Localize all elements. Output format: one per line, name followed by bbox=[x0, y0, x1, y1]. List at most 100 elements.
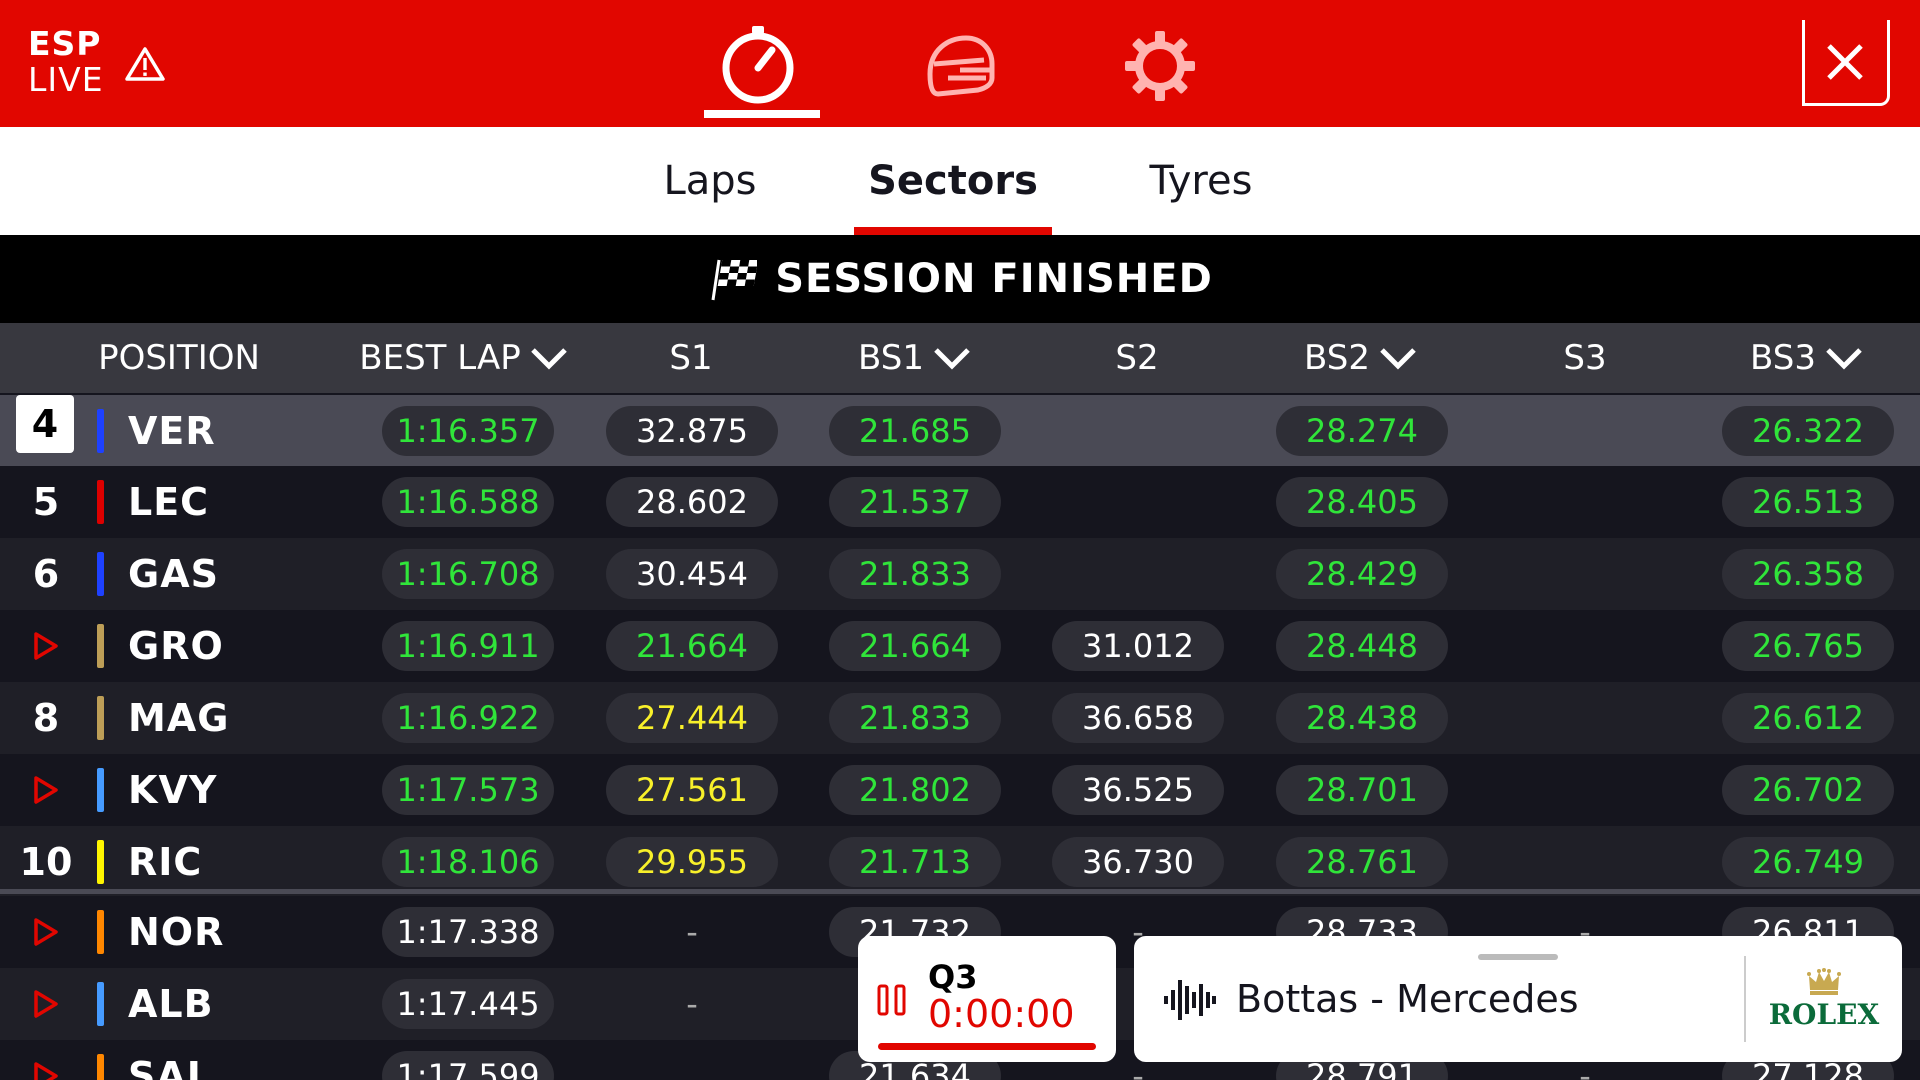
s1-cell: - bbox=[686, 985, 698, 1023]
sub-tabs: Laps Sectors Tyres bbox=[0, 127, 1920, 235]
play-triangle-icon bbox=[34, 632, 58, 660]
bs3-cell: 26.702 bbox=[1722, 765, 1894, 815]
table-row[interactable]: 5 LEC 1:16.588 28.602 21.537 28.405 26.513 bbox=[0, 466, 1920, 538]
bs3-cell: 26.612 bbox=[1722, 693, 1894, 743]
bs3-cell: 26.358 bbox=[1722, 549, 1894, 599]
position-number: 4 bbox=[16, 395, 74, 453]
helmet-icon bbox=[927, 35, 995, 97]
team-color-bar bbox=[97, 982, 104, 1026]
driver-code: KVY bbox=[128, 768, 218, 812]
q3-progress-bar bbox=[878, 1043, 1096, 1050]
table-row[interactable]: 6 GAS 1:16.708 30.454 21.833 28.429 26.358 bbox=[0, 538, 1920, 610]
table-row[interactable]: 8 MAG 1:16.922 27.444 21.833 36.658 28.438 26.6… bbox=[0, 682, 1920, 754]
team-color-bar bbox=[97, 696, 104, 740]
bs1-cell: 21.537 bbox=[829, 477, 1001, 527]
out-indicator bbox=[16, 610, 76, 682]
tab-tyres[interactable]: Tyres bbox=[1120, 127, 1282, 235]
bs1-cell: 21.833 bbox=[829, 693, 1001, 743]
esp-live-logo: ESP LIVE bbox=[28, 26, 165, 98]
nav-settings[interactable] bbox=[1118, 24, 1202, 108]
team-color-bar bbox=[97, 1054, 104, 1080]
q3-timer-card[interactable]: Q3 0:00:00 bbox=[858, 936, 1116, 1062]
table-row[interactable]: GRO 1:16.911 21.664 21.664 31.012 28.448 26.76… bbox=[0, 610, 1920, 682]
out-indicator bbox=[16, 1040, 76, 1080]
column-header-best-lap[interactable]: BEST LAP bbox=[356, 323, 572, 393]
nav-drivers[interactable] bbox=[918, 24, 1002, 108]
best-lap-cell: 1:17.573 bbox=[382, 765, 554, 815]
bs3-cell: 26.765 bbox=[1722, 621, 1894, 671]
top-bar: ESP LIVE bbox=[0, 0, 1920, 127]
team-color-bar bbox=[97, 840, 104, 884]
chevron-down-icon bbox=[934, 348, 970, 370]
team-radio-card[interactable]: Bottas - Mercedes ROLEX bbox=[1134, 936, 1902, 1062]
column-header-s1: S1 bbox=[606, 323, 776, 393]
column-header-bs3[interactable]: BS3 bbox=[1722, 323, 1892, 393]
best-lap-cell: 1:17.338 bbox=[382, 907, 554, 957]
best-lap-cell: 1:16.708 bbox=[382, 549, 554, 599]
gear-icon bbox=[1125, 31, 1195, 101]
column-header-label: S1 bbox=[669, 338, 713, 378]
s1-cell: 28.602 bbox=[606, 477, 778, 527]
table-row[interactable]: 4 VER 1:16.357 32.875 21.685 28.274 26.322 bbox=[0, 395, 1920, 467]
s1-cell: 30.454 bbox=[606, 549, 778, 599]
s1-cell: 21.664 bbox=[606, 621, 778, 671]
column-header-label: BS1 bbox=[858, 338, 924, 378]
column-header-label: BEST LAP bbox=[359, 338, 521, 378]
driver-code: GAS bbox=[128, 552, 219, 596]
bs2-cell: 28.429 bbox=[1276, 549, 1448, 599]
best-lap-cell: 1:18.106 bbox=[382, 837, 554, 887]
bs2-cell: 28.761 bbox=[1276, 837, 1448, 887]
column-header-bs2[interactable]: BS2 bbox=[1276, 323, 1446, 393]
driver-code: GRO bbox=[128, 624, 224, 668]
bs2-cell: 28.438 bbox=[1276, 693, 1448, 743]
tab-laps[interactable]: Laps bbox=[630, 127, 790, 235]
bs3-cell: 26.513 bbox=[1722, 477, 1894, 527]
column-header-bs1[interactable]: BS1 bbox=[830, 323, 1000, 393]
bs2-cell: 28.448 bbox=[1276, 621, 1448, 671]
crown-icon bbox=[1807, 968, 1841, 995]
driver-code: MAG bbox=[128, 696, 230, 740]
column-header-label: S2 bbox=[1115, 338, 1159, 378]
s2-cell: 31.012 bbox=[1052, 621, 1224, 671]
out-indicator bbox=[16, 754, 76, 826]
out-indicator bbox=[16, 896, 76, 968]
team-color-bar bbox=[97, 624, 104, 668]
q3-session-label: Q3 bbox=[928, 958, 978, 996]
driver-code: ALB bbox=[128, 982, 214, 1026]
s1-cell: - bbox=[686, 913, 698, 951]
driver-code: VER bbox=[128, 409, 216, 453]
bs1-cell: 21.802 bbox=[829, 765, 1001, 815]
s2-cell: 36.730 bbox=[1052, 837, 1224, 887]
best-lap-cell: 1:16.911 bbox=[382, 621, 554, 671]
play-triangle-icon bbox=[34, 990, 58, 1018]
tab-sectors[interactable]: Sectors bbox=[854, 127, 1052, 235]
play-triangle-icon bbox=[34, 918, 58, 946]
chevron-down-icon bbox=[1380, 348, 1416, 370]
nav-timing[interactable] bbox=[704, 24, 820, 118]
column-header-s2: S2 bbox=[1052, 323, 1222, 393]
driver-code: RIC bbox=[128, 840, 203, 884]
s1-cell: 27.561 bbox=[606, 765, 778, 815]
driver-code: NOR bbox=[128, 910, 225, 954]
close-button[interactable] bbox=[1802, 20, 1890, 106]
q3-countdown: 0:00:00 bbox=[928, 992, 1075, 1036]
table-row[interactable]: 10 RIC 1:18.106 29.955 21.713 36.730 28.761 26.… bbox=[0, 826, 1920, 898]
column-header-label: BS3 bbox=[1750, 338, 1816, 378]
s1-cell: 27.444 bbox=[606, 693, 778, 743]
s1-cell: 32.875 bbox=[606, 406, 778, 456]
session-status-text: SESSION FINISHED bbox=[775, 256, 1213, 302]
stopwatch-icon bbox=[722, 26, 794, 104]
team-radio-text: Bottas - Mercedes bbox=[1236, 977, 1579, 1021]
column-header-label: BS2 bbox=[1304, 338, 1370, 378]
best-lap-cell: 1:17.599 bbox=[382, 1051, 554, 1080]
table-row[interactable]: KVY 1:17.573 27.561 21.802 36.525 28.701 26.70… bbox=[0, 754, 1920, 826]
warning-icon bbox=[125, 47, 165, 81]
team-color-bar bbox=[97, 480, 104, 524]
column-header-position: POSITION bbox=[72, 323, 286, 393]
bs2-cell: 28.701 bbox=[1276, 765, 1448, 815]
close-icon bbox=[1826, 43, 1863, 80]
position-number: 8 bbox=[32, 696, 60, 740]
position-number: 10 bbox=[19, 840, 73, 884]
bs1-cell: 21.685 bbox=[829, 406, 1001, 456]
table-header: POSITION BEST LAP S1 BS1 S2 BS2 S3 BS3 bbox=[0, 323, 1920, 393]
